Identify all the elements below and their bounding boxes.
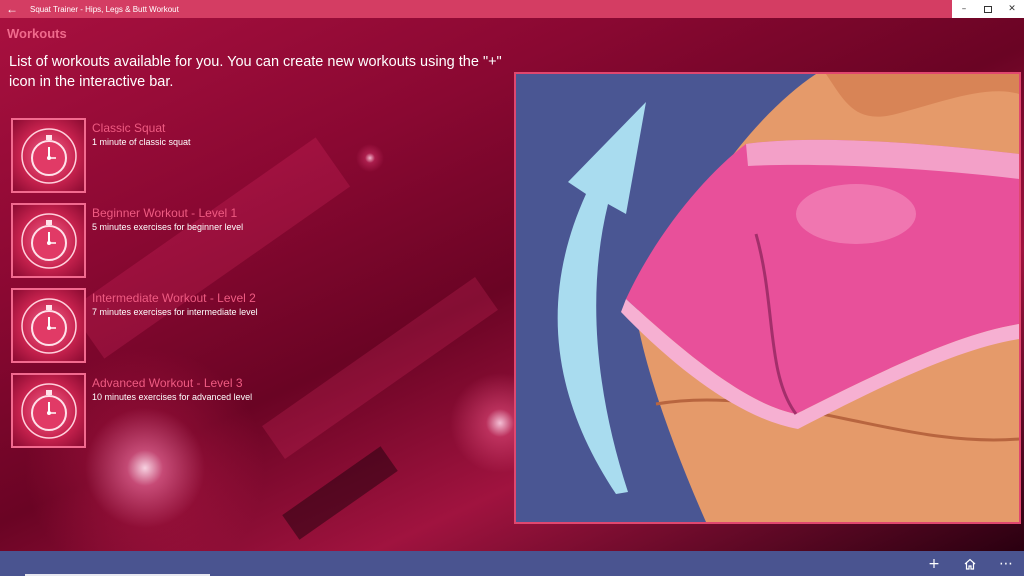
restore-icon xyxy=(984,5,992,13)
close-icon: ✕ xyxy=(1008,4,1016,14)
window-title: Squat Trainer - Hips, Legs & Butt Workou… xyxy=(30,4,179,14)
back-arrow-icon: ← xyxy=(6,2,18,16)
back-button[interactable]: ← xyxy=(0,0,24,18)
stopwatch-icon xyxy=(20,212,77,269)
home-icon xyxy=(964,558,976,570)
workout-title: Intermediate Workout - Level 2 xyxy=(92,291,256,305)
add-icon: + xyxy=(928,555,940,572)
stopwatch-icon xyxy=(20,382,77,439)
workout-subtitle: 7 minutes exercises for intermediate lev… xyxy=(92,307,258,317)
workout-item-beginner[interactable]: Beginner Workout - Level 1 5 minutes exe… xyxy=(11,203,481,279)
page-title: Workouts xyxy=(7,26,67,41)
workout-title: Classic Squat xyxy=(92,121,166,135)
more-icon: ⋯ xyxy=(999,555,1013,572)
workout-item-classic-squat[interactable]: Classic Squat 1 minute of classic squat xyxy=(11,118,481,194)
home-button[interactable] xyxy=(952,551,988,576)
minimize-icon: – xyxy=(961,4,967,14)
workout-thumbnail xyxy=(11,373,86,448)
minimize-button[interactable]: – xyxy=(952,0,976,18)
workout-title: Beginner Workout - Level 1 xyxy=(92,206,238,220)
workout-item-advanced[interactable]: Advanced Workout - Level 3 10 minutes ex… xyxy=(11,373,481,449)
workout-title: Advanced Workout - Level 3 xyxy=(92,376,243,390)
main-content: Workouts List of workouts available for … xyxy=(0,18,1024,551)
workout-item-intermediate[interactable]: Intermediate Workout - Level 2 7 minutes… xyxy=(11,288,481,364)
workout-thumbnail xyxy=(11,118,86,193)
glutes-illustration xyxy=(516,74,1019,522)
workout-thumbnail xyxy=(11,288,86,363)
workout-subtitle: 5 minutes exercises for beginner level xyxy=(92,222,244,232)
workout-thumbnail xyxy=(11,203,86,278)
workout-subtitle: 10 minutes exercises for advanced level xyxy=(92,392,253,402)
add-workout-button[interactable]: + xyxy=(916,551,952,576)
workout-subtitle: 1 minute of classic squat xyxy=(92,137,191,147)
close-button[interactable]: ✕ xyxy=(1000,0,1024,18)
stopwatch-icon xyxy=(20,297,77,354)
more-options-button[interactable]: ⋯ xyxy=(988,551,1024,576)
app-bar: + ⋯ xyxy=(0,551,1024,576)
hero-illustration xyxy=(514,72,1021,524)
intro-text: List of workouts available for you. You … xyxy=(9,54,502,90)
restore-button[interactable] xyxy=(976,0,1000,18)
title-bar: ← Squat Trainer - Hips, Legs & Butt Work… xyxy=(0,0,1024,18)
window-controls: – ✕ xyxy=(952,0,1024,18)
background-streak xyxy=(282,446,398,540)
stopwatch-icon xyxy=(20,127,77,184)
